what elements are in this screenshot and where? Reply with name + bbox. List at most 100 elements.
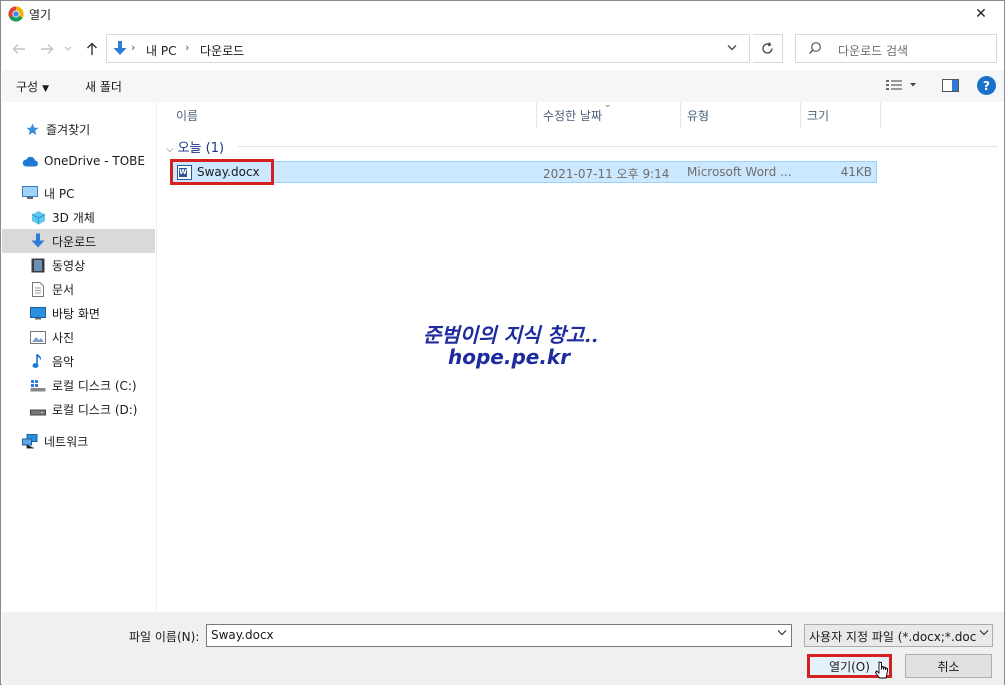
address-dropdown-icon[interactable] xyxy=(727,41,737,54)
sidebar-item-label: 즐겨찾기 xyxy=(46,122,91,137)
sidebar-item-desktop[interactable]: 바탕 화면 xyxy=(2,301,155,325)
filename-label: 파일 이름(N): xyxy=(129,630,200,644)
sidebar-item-drive-c[interactable]: 로컬 디스크 (C:) xyxy=(2,373,155,397)
search-box[interactable]: 다운로드 검색 xyxy=(795,34,997,63)
download-icon xyxy=(113,41,127,55)
group-header-today[interactable]: ⌵ 오늘 (1) xyxy=(166,137,224,156)
up-button[interactable] xyxy=(82,39,102,59)
breadcrumb-this-pc[interactable]: 내 PC xyxy=(146,42,176,59)
forward-button[interactable] xyxy=(37,39,57,59)
filename-input[interactable]: Sway.docx xyxy=(206,624,792,647)
download-icon xyxy=(30,233,46,249)
recent-locations-button[interactable] xyxy=(61,39,75,59)
table-row[interactable]: W Sway.docx 2021-07-11 오후 9:14 Microsoft… xyxy=(171,161,877,183)
chrome-icon xyxy=(8,6,24,22)
breadcrumb-separator-icon: › xyxy=(185,41,190,54)
close-button[interactable]: ✕ xyxy=(958,1,1004,27)
chevron-down-icon xyxy=(64,46,72,51)
drive-icon xyxy=(30,377,46,393)
preview-pane-icon xyxy=(942,79,959,92)
title-bar: 열기 ✕ xyxy=(1,1,1004,27)
file-size: 41KB xyxy=(840,165,872,179)
sidebar-item-label: 음악 xyxy=(52,354,75,369)
column-header-type[interactable]: 유형 xyxy=(687,102,709,128)
sidebar-item-3d-objects[interactable]: 3D 개체 xyxy=(2,205,155,229)
group-label: 오늘 (1) xyxy=(177,141,225,156)
column-divider[interactable] xyxy=(880,102,881,128)
file-type-filter[interactable]: 사용자 지정 파일 (*.docx;*.doc xyxy=(804,624,993,647)
search-icon xyxy=(809,42,821,54)
preview-pane-button[interactable] xyxy=(942,79,959,95)
breadcrumb-separator-icon: › xyxy=(131,41,136,54)
sidebar-item-label: 3D 개체 xyxy=(52,210,95,225)
sidebar-item-network[interactable]: 네트워크 xyxy=(2,429,155,453)
sort-indicator-icon: ⌄ xyxy=(604,100,612,110)
mouse-cursor-icon xyxy=(875,661,888,679)
column-header-modified[interactable]: 수정한 날짜 xyxy=(543,102,602,128)
arrow-left-icon xyxy=(12,44,25,54)
window-title: 열기 xyxy=(29,8,52,22)
sidebar-item-pictures[interactable]: 사진 xyxy=(2,325,155,349)
details-view-icon xyxy=(886,80,916,90)
view-options-button[interactable] xyxy=(886,79,916,94)
file-list: 이름 수정한 날짜 ⌄ 유형 크기 ⌵ 오늘 (1) W Sway.docx 20… xyxy=(158,100,1004,612)
file-type: Microsoft Word ... xyxy=(687,165,792,179)
sidebar-item-music[interactable]: 음악 xyxy=(2,349,155,373)
refresh-icon xyxy=(762,42,773,54)
chevron-down-icon xyxy=(977,628,989,639)
sidebar-item-label: 바탕 화면 xyxy=(52,306,100,321)
picture-icon xyxy=(30,329,46,345)
group-divider xyxy=(238,146,998,147)
caret-down-icon: ▼ xyxy=(42,84,50,94)
arrow-up-icon xyxy=(87,42,97,55)
sidebar-item-downloads[interactable]: 다운로드 xyxy=(2,229,155,253)
column-divider[interactable] xyxy=(536,102,537,128)
organize-button[interactable]: 구성 ▼ xyxy=(16,78,49,95)
file-modified: 2021-07-11 오후 9:14 xyxy=(543,167,670,181)
column-divider[interactable] xyxy=(800,102,801,128)
breadcrumb-downloads[interactable]: 다운로드 xyxy=(200,42,244,59)
organize-label: 구성 xyxy=(16,80,39,94)
chevron-down-icon[interactable] xyxy=(777,628,787,639)
navigation-pane: 즐겨찾기 OneDrive - TOBE 내 PC 3D 개체 다운로드 동영상… xyxy=(2,102,157,612)
column-header-size[interactable]: 크기 xyxy=(807,102,829,128)
desktop-icon xyxy=(30,305,46,321)
arrow-right-icon xyxy=(41,44,54,54)
sidebar-item-videos[interactable]: 동영상 xyxy=(2,253,155,277)
computer-icon xyxy=(22,185,38,201)
command-bar: 구성 ▼ 새 폴더 ? xyxy=(2,70,1004,102)
video-icon xyxy=(30,257,46,273)
navigation-bar: › 내 PC › 다운로드 다운로드 검색 xyxy=(1,31,1004,67)
music-icon xyxy=(30,353,46,369)
chevron-down-icon: ⌵ xyxy=(166,144,174,155)
filename-value: Sway.docx xyxy=(211,628,274,642)
help-icon[interactable]: ? xyxy=(977,76,996,95)
column-header-name[interactable]: 이름 xyxy=(176,102,198,128)
column-divider[interactable] xyxy=(680,102,681,128)
sidebar-item-label: 네트워크 xyxy=(44,434,89,449)
sidebar-item-label: 내 PC xyxy=(44,186,75,201)
sidebar-item-this-pc[interactable]: 내 PC xyxy=(2,181,155,205)
close-icon: ✕ xyxy=(975,6,987,22)
address-bar[interactable]: › 내 PC › 다운로드 xyxy=(106,34,750,63)
star-icon xyxy=(24,121,40,137)
sidebar-item-documents[interactable]: 문서 xyxy=(2,277,155,301)
search-placeholder: 다운로드 검색 xyxy=(838,44,909,58)
watermark-url: hope.pe.kr xyxy=(448,345,571,369)
cancel-button[interactable]: 취소 xyxy=(905,654,992,678)
refresh-button[interactable] xyxy=(753,34,783,63)
new-folder-button[interactable]: 새 폴더 xyxy=(85,78,122,95)
sidebar-item-label: OneDrive - TOBE xyxy=(44,154,145,168)
sidebar-item-label: 사진 xyxy=(52,330,75,345)
sidebar-item-quick-access[interactable]: 즐겨찾기 xyxy=(2,117,155,141)
highlight-box xyxy=(170,159,274,185)
sidebar-item-label: 로컬 디스크 (D:) xyxy=(52,402,138,417)
sidebar-item-drive-d[interactable]: 로컬 디스크 (D:) xyxy=(2,397,155,421)
sidebar-item-label: 다운로드 xyxy=(52,234,97,249)
drive-icon xyxy=(30,401,46,417)
back-button[interactable] xyxy=(9,39,29,59)
open-file-dialog: 열기 ✕ › 내 PC › 다운로드 다운로드 검색 구성 ▼ 새 폴더 ? 즐… xyxy=(0,0,1005,685)
sidebar-item-onedrive[interactable]: OneDrive - TOBE xyxy=(2,149,155,173)
sidebar-item-label: 로컬 디스크 (C:) xyxy=(52,378,137,393)
cube-icon xyxy=(30,209,46,225)
